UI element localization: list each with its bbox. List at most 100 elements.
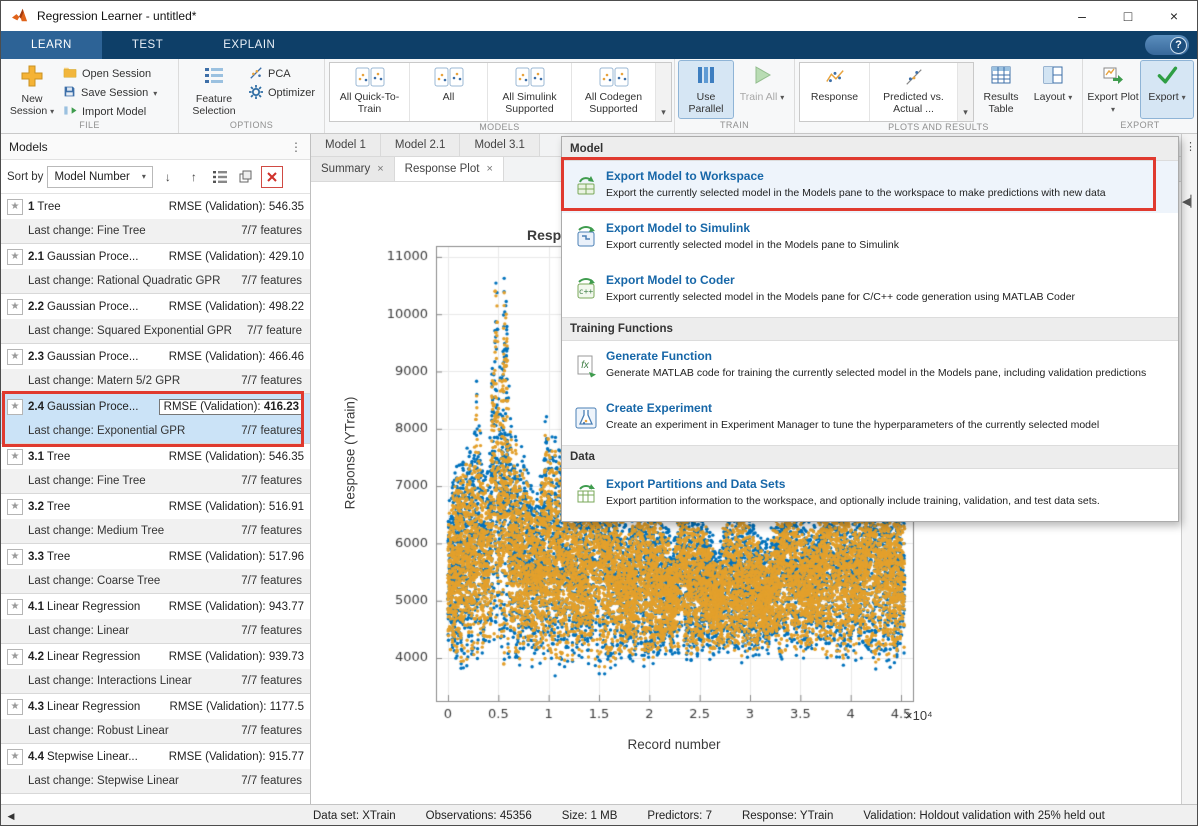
- model-card-4.3[interactable]: ★4.3Linear RegressionRMSE (Validation): …: [1, 694, 310, 744]
- predicted-vs-actual-icon: [903, 67, 925, 90]
- status-response: Response: YTrain: [742, 810, 833, 822]
- export-button[interactable]: Export ▾: [1141, 61, 1193, 118]
- panel-menu-icon[interactable]: ⋮: [1185, 140, 1196, 153]
- use-parallel-button[interactable]: Use Parallel: [679, 61, 733, 118]
- title-bar: Regression Learner - untitled* – □ ×: [1, 1, 1197, 31]
- create-experiment-icon: [574, 406, 598, 433]
- new-session-button[interactable]: New Session ▾: [5, 61, 59, 118]
- menu-section-header-data: Data: [562, 445, 1178, 469]
- model-card-4.1[interactable]: ★4.1Linear RegressionRMSE (Validation): …: [1, 594, 310, 644]
- model-gallery-icon: [434, 67, 464, 90]
- help-button[interactable]: ?: [1145, 35, 1189, 55]
- menu-item-export-model-to-workspace[interactable]: Export Model to Workspace Export the cur…: [562, 161, 1178, 213]
- ribbon-section-plots: Response Predicted vs. Actual ... ▾ Resu…: [795, 59, 1083, 133]
- tab-response-plot[interactable]: Response Plot ×: [395, 157, 504, 181]
- gallery-item-all-simulink-supported[interactable]: All Simulink Supported: [488, 63, 572, 121]
- section-label-plots: PLOTS AND RESULTS: [799, 122, 1078, 133]
- model-card-2.2[interactable]: ★2.2Gaussian Proce...RMSE (Validation): …: [1, 294, 310, 344]
- svg-text:c++: c++: [579, 287, 594, 296]
- model-card-4.2[interactable]: ★4.2Linear RegressionRMSE (Validation): …: [1, 644, 310, 694]
- gallery-item-all[interactable]: All: [410, 63, 488, 121]
- ribbon: New Session ▾ Open Session Save Session …: [1, 59, 1197, 134]
- model-badge-icon: ★: [7, 549, 23, 565]
- collapse-panel-icon[interactable]: ◀: [1, 811, 21, 822]
- section-label-models: MODELS: [329, 122, 670, 133]
- tab-learn[interactable]: LEARN: [1, 31, 102, 59]
- delete-model-button[interactable]: [261, 166, 283, 188]
- tab-test[interactable]: TEST: [102, 31, 193, 59]
- export-coder-icon: c++: [574, 278, 598, 305]
- section-label-train: TRAIN: [679, 120, 790, 133]
- tab-explain[interactable]: EXPLAIN: [193, 31, 305, 59]
- export-plot-button[interactable]: Export Plot ▾: [1087, 61, 1139, 118]
- menu-item-export-partitions-and-data-sets[interactable]: Export Partitions and Data Sets Export p…: [562, 469, 1178, 521]
- duplicate-model-button[interactable]: [235, 166, 257, 188]
- sort-ascending-button[interactable]: ↑: [183, 166, 205, 188]
- status-validation: Validation: Holdout validation with 25% …: [863, 810, 1104, 822]
- train-all-button[interactable]: Train All ▾: [735, 61, 789, 118]
- list-view-button[interactable]: [209, 166, 231, 188]
- model-card-1[interactable]: ★1TreeRMSE (Validation): 546.35 Last cha…: [1, 194, 310, 244]
- expand-panel-icon[interactable]: ◀▏: [1182, 195, 1198, 208]
- doc-tab-model-2.1[interactable]: Model 2.1: [381, 134, 461, 156]
- menu-item-export-model-to-coder[interactable]: c++ Export Model to Coder Export current…: [562, 265, 1178, 317]
- menu-item-generate-function[interactable]: fx Generate Function Generate MATLAB cod…: [562, 341, 1178, 393]
- sort-by-label: Sort by: [7, 171, 43, 183]
- plot-y-axis-label: Response (YTrain): [343, 397, 358, 510]
- models-gallery-expand-button[interactable]: ▾: [656, 63, 671, 121]
- gallery-item-all-quick-to-train[interactable]: All Quick-To-Train: [330, 63, 410, 121]
- model-card-3.3[interactable]: ★3.3TreeRMSE (Validation): 517.96 Last c…: [1, 544, 310, 594]
- status-observations: Observations: 45356: [426, 810, 532, 822]
- section-label-file: FILE: [5, 120, 174, 133]
- export-check-icon: [1155, 64, 1179, 89]
- matlab-logo-icon: [11, 7, 29, 26]
- pca-button[interactable]: PCA: [247, 66, 317, 82]
- gallery-item-predicted-vs-actual[interactable]: Predicted vs. Actual ...: [870, 63, 958, 121]
- sort-by-dropdown[interactable]: Model Number ▾: [47, 166, 152, 188]
- close-tab-icon[interactable]: ×: [486, 163, 492, 175]
- tab-summary[interactable]: Summary ×: [311, 157, 395, 181]
- folder-icon: [63, 66, 77, 82]
- ribbon-tab-strip: LEARN TEST EXPLAIN ?: [1, 31, 1197, 59]
- save-icon: [63, 85, 76, 101]
- import-model-button[interactable]: Import Model: [61, 104, 159, 120]
- close-tab-icon[interactable]: ×: [377, 163, 383, 175]
- gallery-item-all-codegen-supported[interactable]: All Codegen Supported: [572, 63, 656, 121]
- close-button[interactable]: ×: [1151, 1, 1197, 31]
- ribbon-section-models: All Quick-To-Train All All Simulink Supp…: [325, 59, 675, 133]
- model-card-2.3[interactable]: ★2.3Gaussian Proce...RMSE (Validation): …: [1, 344, 310, 394]
- export-simulink-icon: [574, 226, 598, 253]
- layout-button[interactable]: Layout ▾: [1028, 61, 1078, 118]
- gear-icon: [249, 85, 263, 102]
- menu-item-export-model-to-simulink[interactable]: Export Model to Simulink Export currentl…: [562, 213, 1178, 265]
- model-card-4.4[interactable]: ★4.4Stepwise Linear...RMSE (Validation):…: [1, 744, 310, 794]
- model-card-2.4-selected[interactable]: ★2.4Gaussian Proce...RMSE (Validation): …: [1, 394, 310, 444]
- model-badge-icon: ★: [7, 349, 23, 365]
- results-table-button[interactable]: Results Table: [976, 61, 1026, 118]
- feature-selection-button[interactable]: Feature Selection: [183, 61, 245, 118]
- minimize-button[interactable]: –: [1059, 1, 1105, 31]
- menu-section-header-training-functions: Training Functions: [562, 317, 1178, 341]
- pca-icon: [249, 66, 263, 83]
- plots-gallery-expand-button[interactable]: ▾: [958, 63, 973, 121]
- model-card-3.1[interactable]: ★3.1TreeRMSE (Validation): 546.35 Last c…: [1, 444, 310, 494]
- export-workspace-icon: [574, 174, 598, 201]
- doc-tab-model-3.1[interactable]: Model 3.1: [460, 134, 540, 156]
- gallery-item-response[interactable]: Response: [800, 63, 870, 121]
- panel-menu-icon[interactable]: ⋮: [290, 140, 302, 154]
- sort-descending-button[interactable]: ↓: [157, 166, 179, 188]
- model-card-3.2[interactable]: ★3.2TreeRMSE (Validation): 516.91 Last c…: [1, 494, 310, 544]
- model-badge-icon: ★: [7, 499, 23, 515]
- status-predictors: Predictors: 7: [647, 810, 712, 822]
- generate-function-icon: fx: [574, 354, 598, 381]
- save-session-button[interactable]: Save Session ▾: [61, 85, 159, 101]
- status-bar: ◀ Data set: XTrain Observations: 45356 S…: [1, 804, 1197, 826]
- menu-item-create-experiment[interactable]: Create Experiment Create an experiment i…: [562, 393, 1178, 445]
- chevron-down-icon: ▾: [142, 172, 146, 181]
- model-card-2.1[interactable]: ★2.1Gaussian Proce...RMSE (Validation): …: [1, 244, 310, 294]
- optimizer-button[interactable]: Optimizer: [247, 85, 317, 101]
- open-session-button[interactable]: Open Session: [61, 66, 159, 82]
- new-session-icon: [20, 64, 44, 91]
- maximize-button[interactable]: □: [1105, 1, 1151, 31]
- doc-tab-model-1[interactable]: Model 1: [311, 134, 381, 156]
